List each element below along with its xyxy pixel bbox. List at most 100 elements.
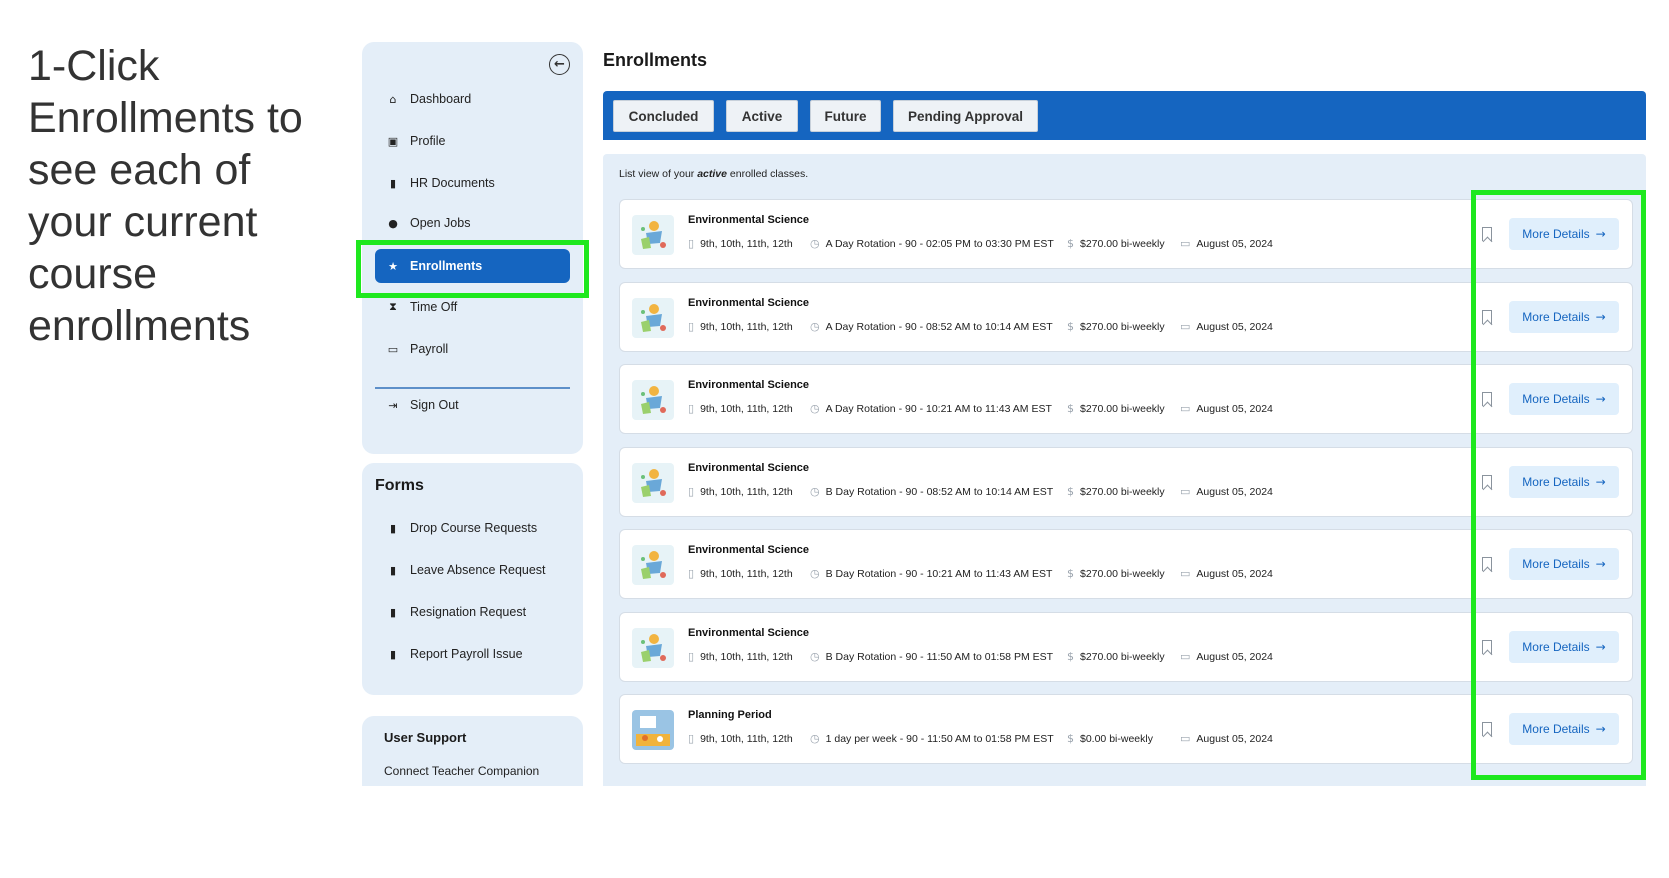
arrow-right-icon: → (1595, 227, 1606, 241)
form-item-label: Leave Absence Request (410, 563, 546, 577)
sidebar-item-label: Open Jobs (410, 216, 471, 230)
form-item-label: Report Payroll Issue (410, 647, 523, 661)
bookmark-icon[interactable] (1482, 474, 1492, 489)
more-details-button[interactable]: More Details → (1509, 300, 1619, 333)
bookmark-icon[interactable] (1482, 557, 1492, 571)
connect-teacher-companion-link[interactable]: Connect Teacher Companion (384, 764, 539, 778)
dollar-icon: $ (1067, 484, 1074, 498)
user-support-title: User Support (384, 730, 467, 745)
price-field: $ $270.00 bi-weekly (1067, 567, 1167, 582)
more-details-button[interactable]: More Details → (1509, 465, 1619, 498)
enrollment-list: List view of your active enrolled classe… (603, 154, 1646, 786)
calendar-icon: ▭ (1180, 649, 1191, 663)
more-details-button[interactable]: More Details → (1509, 383, 1619, 415)
book-icon: ▯ (688, 484, 695, 498)
course-title: Environmental Science (688, 379, 810, 391)
schedule-text: B Day Rotation - 90 - 08:52 AM to 10:14 … (825, 485, 1054, 498)
grades-field: ▯ 9th, 10th, 11th, 12th (688, 402, 803, 417)
list-caption: List view of your active enrolled classe… (619, 168, 809, 180)
sidebar-item-profile[interactable]: ▣ Profile (375, 124, 570, 158)
file-icon: ▮ (389, 647, 397, 661)
date-field: ▭ August 05, 2024 (1180, 402, 1280, 417)
enrollment-row: Environmental Science ▯ 9th, 10th, 11th, 1… (619, 281, 1633, 352)
price-text: $270.00 bi-weekly (1080, 238, 1165, 250)
book-icon: ▯ (688, 402, 695, 415)
sign-out-icon: ⇥ (388, 398, 398, 412)
bookmark-icon[interactable] (1482, 639, 1492, 654)
calendar-icon: ▭ (1180, 484, 1191, 498)
sidebar-item-payroll[interactable]: ▭ Payroll (375, 332, 570, 366)
more-details-button[interactable]: More Details → (1509, 630, 1619, 663)
dollar-icon: $ (1067, 319, 1074, 333)
schedule-field: ◷ B Day Rotation - 90 - 10:21 AM to 11:43… (810, 567, 1060, 582)
sidebar-item-open-jobs[interactable]: ● Open Jobs (375, 206, 570, 240)
book-icon: ▯ (688, 319, 695, 333)
price-field: $ $270.00 bi-weekly (1067, 402, 1167, 417)
user-support-panel: User Support Connect Teacher Companion (362, 716, 583, 786)
dollar-icon: $ (1067, 402, 1074, 415)
dollar-icon: $ (1067, 237, 1074, 250)
form-item-leave-absence-request[interactable]: ▮ Leave Absence Request (375, 553, 570, 587)
bookmark-icon[interactable] (1482, 227, 1492, 241)
calendar-icon: ▭ (1180, 237, 1191, 250)
clock-icon: ◷ (810, 237, 820, 250)
forms-panel: Forms ▮ Drop Course Requests ▮ Leave Absenc… (362, 463, 583, 695)
date-text: August 05, 2024 (1196, 403, 1273, 415)
file-icon: ▮ (389, 605, 397, 619)
form-item-drop-course-requests[interactable]: ▮ Drop Course Requests (375, 511, 570, 545)
price-field: $ $0.00 bi-weekly (1067, 732, 1167, 747)
sidebar-item-dashboard[interactable]: ⌂ Dashboard (375, 82, 570, 116)
tab-active[interactable]: Active (726, 100, 798, 132)
file-icon: ▮ (389, 521, 397, 535)
arrow-right-icon: → (1595, 392, 1606, 406)
science-thumbnail (632, 545, 674, 585)
enrollment-row: Planning Period ▯ 9th, 10th, 11th, 12th ◷ 1 … (619, 694, 1633, 764)
calendar-icon: ▭ (1180, 402, 1191, 415)
bookmark-icon[interactable] (1482, 309, 1492, 324)
date-text: August 05, 2024 (1196, 568, 1273, 580)
date-field: ▭ August 05, 2024 (1180, 237, 1280, 252)
binoculars-icon: ⧗ (389, 300, 397, 313)
science-thumbnail (632, 380, 674, 420)
tab-pending-approval[interactable]: Pending Approval (893, 100, 1038, 132)
sidebar-item-label: Time Off (410, 300, 458, 314)
enrollment-row: Environmental Science ▯ 9th, 10th, 11th, 1… (619, 611, 1633, 682)
sidebar-item-label: Enrollments (410, 259, 483, 273)
grades-field: ▯ 9th, 10th, 11th, 12th (688, 650, 803, 665)
more-details-button[interactable]: More Details → (1509, 548, 1619, 580)
price-field: $ $270.00 bi-weekly (1067, 650, 1167, 665)
instruction-text: 1-Click Enrollments to see each of your … (28, 42, 303, 350)
credit-card-icon: ▭ (387, 342, 399, 356)
form-item-resignation-request[interactable]: ▮ Resignation Request (375, 595, 570, 629)
book-icon: ▯ (688, 567, 695, 580)
grades-field: ▯ 9th, 10th, 11th, 12th (688, 320, 803, 335)
sign-out-button[interactable]: ⇥ Sign Out (375, 388, 570, 422)
price-field: $ $270.00 bi-weekly (1067, 320, 1167, 335)
sidebar-item-hr-documents[interactable]: ▮ HR Documents (375, 166, 570, 200)
more-details-button[interactable]: More Details → (1509, 218, 1619, 250)
sidebar-item-enrollments[interactable]: ★ Enrollments (375, 249, 570, 283)
schedule-text: B Day Rotation - 90 - 10:21 AM to 11:43 … (825, 568, 1053, 580)
sidebar-item-time-off[interactable]: ⧗ Time Off (375, 290, 570, 324)
date-text: August 05, 2024 (1196, 238, 1273, 250)
schedule-field: ◷ A Day Rotation - 90 - 10:21 AM to 11:43… (810, 402, 1060, 417)
sidebar-item-label: Payroll (410, 342, 449, 356)
grades-text: 9th, 10th, 11th, 12th (700, 320, 793, 333)
form-item-report-payroll-issue[interactable]: ▮ Report Payroll Issue (375, 637, 570, 671)
more-details-button[interactable]: More Details → (1509, 713, 1619, 745)
more-details-label: More Details (1522, 392, 1590, 406)
enrollment-row: Environmental Science ▯ 9th, 10th, 11th, 1… (619, 446, 1633, 517)
date-text: August 05, 2024 (1196, 650, 1273, 663)
arrow-right-icon: → (1595, 309, 1606, 324)
schedule-field: ◷ A Day Rotation - 90 - 08:52 AM to 10:14… (810, 320, 1060, 335)
course-title: Environmental Science (688, 296, 810, 309)
science-thumbnail (632, 462, 674, 503)
clock-icon: ◷ (810, 732, 820, 745)
schedule-field: ◷ B Day Rotation - 90 - 08:52 AM to 10:14… (810, 485, 1060, 500)
bookmark-icon[interactable] (1482, 722, 1492, 736)
tab-concluded[interactable]: Concluded (613, 100, 714, 132)
tab-future[interactable]: Future (810, 100, 881, 132)
sidebar-item-label: HR Documents (410, 176, 495, 190)
collapse-sidebar-icon[interactable]: ← (549, 54, 570, 75)
bookmark-icon[interactable] (1482, 392, 1492, 406)
